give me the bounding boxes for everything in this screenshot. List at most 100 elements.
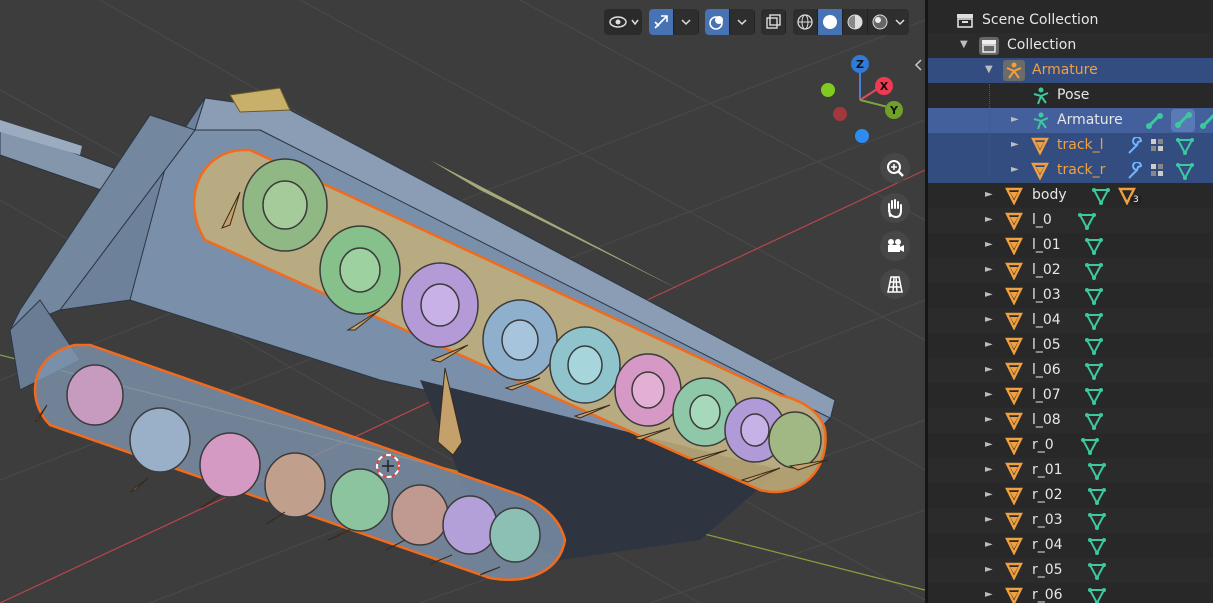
mesh-data-icon[interactable] — [1085, 237, 1103, 255]
wireframe-shading-icon[interactable] — [793, 9, 818, 35]
y-negative-axis-ball[interactable] — [821, 83, 835, 97]
bone-icon[interactable] — [1145, 112, 1165, 130]
outliner-row-r-05[interactable]: ► r_05 — [928, 558, 1213, 583]
xray-icon[interactable] — [761, 9, 786, 35]
wrench-modifier-icon[interactable] — [1126, 137, 1144, 155]
xray-toggle[interactable] — [761, 9, 786, 35]
shading-dropdown[interactable] — [891, 9, 909, 35]
mesh-data-icon[interactable] — [1078, 212, 1096, 230]
expand-triangle-icon[interactable]: ► — [1011, 114, 1019, 125]
outliner-row-armature-data[interactable]: ► Armature — [928, 108, 1213, 133]
3d-viewport[interactable]: Z X Y — [0, 0, 925, 603]
expand-triangle-icon[interactable]: ► — [1011, 164, 1019, 175]
outliner-row-body[interactable]: ► body 3 — [928, 183, 1213, 208]
mesh-data-icon[interactable] — [1085, 287, 1103, 305]
outliner-row-collection[interactable]: ▼ Collection — [928, 33, 1213, 58]
mesh-data-icon[interactable] — [1081, 437, 1099, 455]
bone-icon[interactable] — [1200, 112, 1213, 130]
mesh-data-icon[interactable] — [1085, 387, 1103, 405]
vertex-groups-icon[interactable] — [1149, 137, 1167, 155]
z-negative-axis-ball[interactable] — [855, 129, 869, 143]
mesh-data-icon[interactable] — [1088, 562, 1106, 580]
camera-view-button[interactable] — [880, 231, 910, 261]
expand-triangle-icon[interactable]: ► — [985, 364, 993, 375]
outliner-row-l-06[interactable]: ► l_06 — [928, 358, 1213, 383]
outliner-row-r-0[interactable]: ► r_0 — [928, 433, 1213, 458]
outliner-row-r-04[interactable]: ► r_04 — [928, 533, 1213, 558]
mesh-data-icon[interactable] — [1088, 487, 1106, 505]
x-negative-axis-ball[interactable] — [833, 107, 847, 121]
rendered-shading-icon[interactable] — [868, 9, 893, 35]
mesh-data-icon[interactable] — [1085, 337, 1103, 355]
outliner-row-l-05[interactable]: ► l_05 — [928, 333, 1213, 358]
outliner-row-r-06[interactable]: ► r_06 — [928, 583, 1213, 603]
outliner-row-l-07[interactable]: ► l_07 — [928, 383, 1213, 408]
wrench-modifier-icon[interactable] — [1126, 162, 1144, 180]
outliner-row-l-01[interactable]: ► l_01 — [928, 233, 1213, 258]
gizmo-dropdown[interactable] — [674, 9, 699, 35]
outliner-row-l-02[interactable]: ► l_02 — [928, 258, 1213, 283]
expand-triangle-icon[interactable]: ► — [985, 539, 993, 550]
shading-mode-group[interactable] — [793, 9, 893, 35]
outliner-row-track-l[interactable]: ► track_l — [928, 133, 1213, 158]
overlay-toggle-group[interactable] — [705, 9, 755, 35]
expand-triangle-icon[interactable]: ► — [985, 414, 993, 425]
gizmo-toggle-group[interactable] — [649, 9, 699, 35]
expand-triangle-icon[interactable]: ► — [985, 339, 993, 350]
mesh-data-icon[interactable] — [1176, 162, 1194, 180]
solid-shading-icon[interactable] — [818, 9, 843, 35]
outliner-row-l-0[interactable]: ► l_0 — [928, 208, 1213, 233]
navigation-gizmo[interactable]: Z X Y — [820, 50, 910, 150]
expand-triangle-icon[interactable]: ► — [985, 439, 993, 450]
expand-triangle-icon[interactable]: ► — [985, 189, 993, 200]
outliner-panel[interactable]: Scene Collection ▼ Collection ▼ Armature… — [928, 0, 1213, 603]
vertex-groups-icon[interactable] — [1149, 162, 1167, 180]
expand-triangle-icon[interactable]: ► — [985, 314, 993, 325]
mesh-data-icon[interactable] — [1085, 412, 1103, 430]
outliner-label: r_06 — [1032, 587, 1063, 603]
outliner-row-scene-collection[interactable]: Scene Collection — [928, 8, 1213, 33]
projection-toggle-button[interactable] — [880, 269, 910, 299]
material-shading-icon[interactable] — [843, 9, 868, 35]
pan-button[interactable] — [880, 193, 910, 223]
scene-canvas[interactable] — [0, 0, 925, 603]
mesh-data-icon[interactable] — [1085, 362, 1103, 380]
outliner-row-r-02[interactable]: ► r_02 — [928, 483, 1213, 508]
mesh-data-icon[interactable] — [1176, 137, 1194, 155]
collapse-triangle-icon[interactable]: ▼ — [960, 39, 968, 50]
mesh-data-icon[interactable] — [1088, 462, 1106, 480]
mesh-data-icon[interactable] — [1085, 312, 1103, 330]
expand-triangle-icon[interactable]: ► — [985, 514, 993, 525]
mesh-data-icon[interactable] — [1092, 187, 1110, 205]
outliner-row-pose[interactable]: Pose — [928, 83, 1213, 108]
overlay-dropdown[interactable] — [730, 9, 755, 35]
mesh-data-icon[interactable] — [1088, 512, 1106, 530]
outliner-row-l-08[interactable]: ► l_08 — [928, 408, 1213, 433]
outliner-row-l-04[interactable]: ► l_04 — [928, 308, 1213, 333]
sidebar-toggle-icon[interactable] — [913, 58, 925, 72]
expand-triangle-icon[interactable]: ► — [985, 489, 993, 500]
expand-triangle-icon[interactable]: ► — [985, 264, 993, 275]
expand-triangle-icon[interactable]: ► — [985, 389, 993, 400]
outliner-row-l-03[interactable]: ► l_03 — [928, 283, 1213, 308]
expand-triangle-icon[interactable]: ► — [985, 564, 993, 575]
collapse-triangle-icon[interactable]: ▼ — [985, 64, 993, 75]
outliner-row-armature-object[interactable]: ▼ Armature — [928, 58, 1213, 83]
overlay-icon[interactable] — [705, 9, 730, 35]
gizmo-icon[interactable] — [649, 9, 674, 35]
bone-icon-active[interactable] — [1171, 109, 1195, 132]
mesh-data-icon[interactable] — [1088, 537, 1106, 555]
visibility-dropdown[interactable] — [604, 9, 642, 35]
expand-triangle-icon[interactable]: ► — [985, 289, 993, 300]
mesh-data-icon[interactable] — [1085, 262, 1103, 280]
expand-triangle-icon[interactable]: ► — [985, 464, 993, 475]
outliner-row-r-03[interactable]: ► r_03 — [928, 508, 1213, 533]
expand-triangle-icon[interactable]: ► — [985, 214, 993, 225]
expand-triangle-icon[interactable]: ► — [985, 589, 993, 600]
expand-triangle-icon[interactable]: ► — [985, 239, 993, 250]
outliner-row-r-01[interactable]: ► r_01 — [928, 458, 1213, 483]
expand-triangle-icon[interactable]: ► — [1011, 139, 1019, 150]
zoom-button[interactable] — [880, 153, 910, 183]
mesh-data-icon[interactable] — [1088, 587, 1106, 603]
outliner-row-track-r[interactable]: ► track_r — [928, 158, 1213, 183]
